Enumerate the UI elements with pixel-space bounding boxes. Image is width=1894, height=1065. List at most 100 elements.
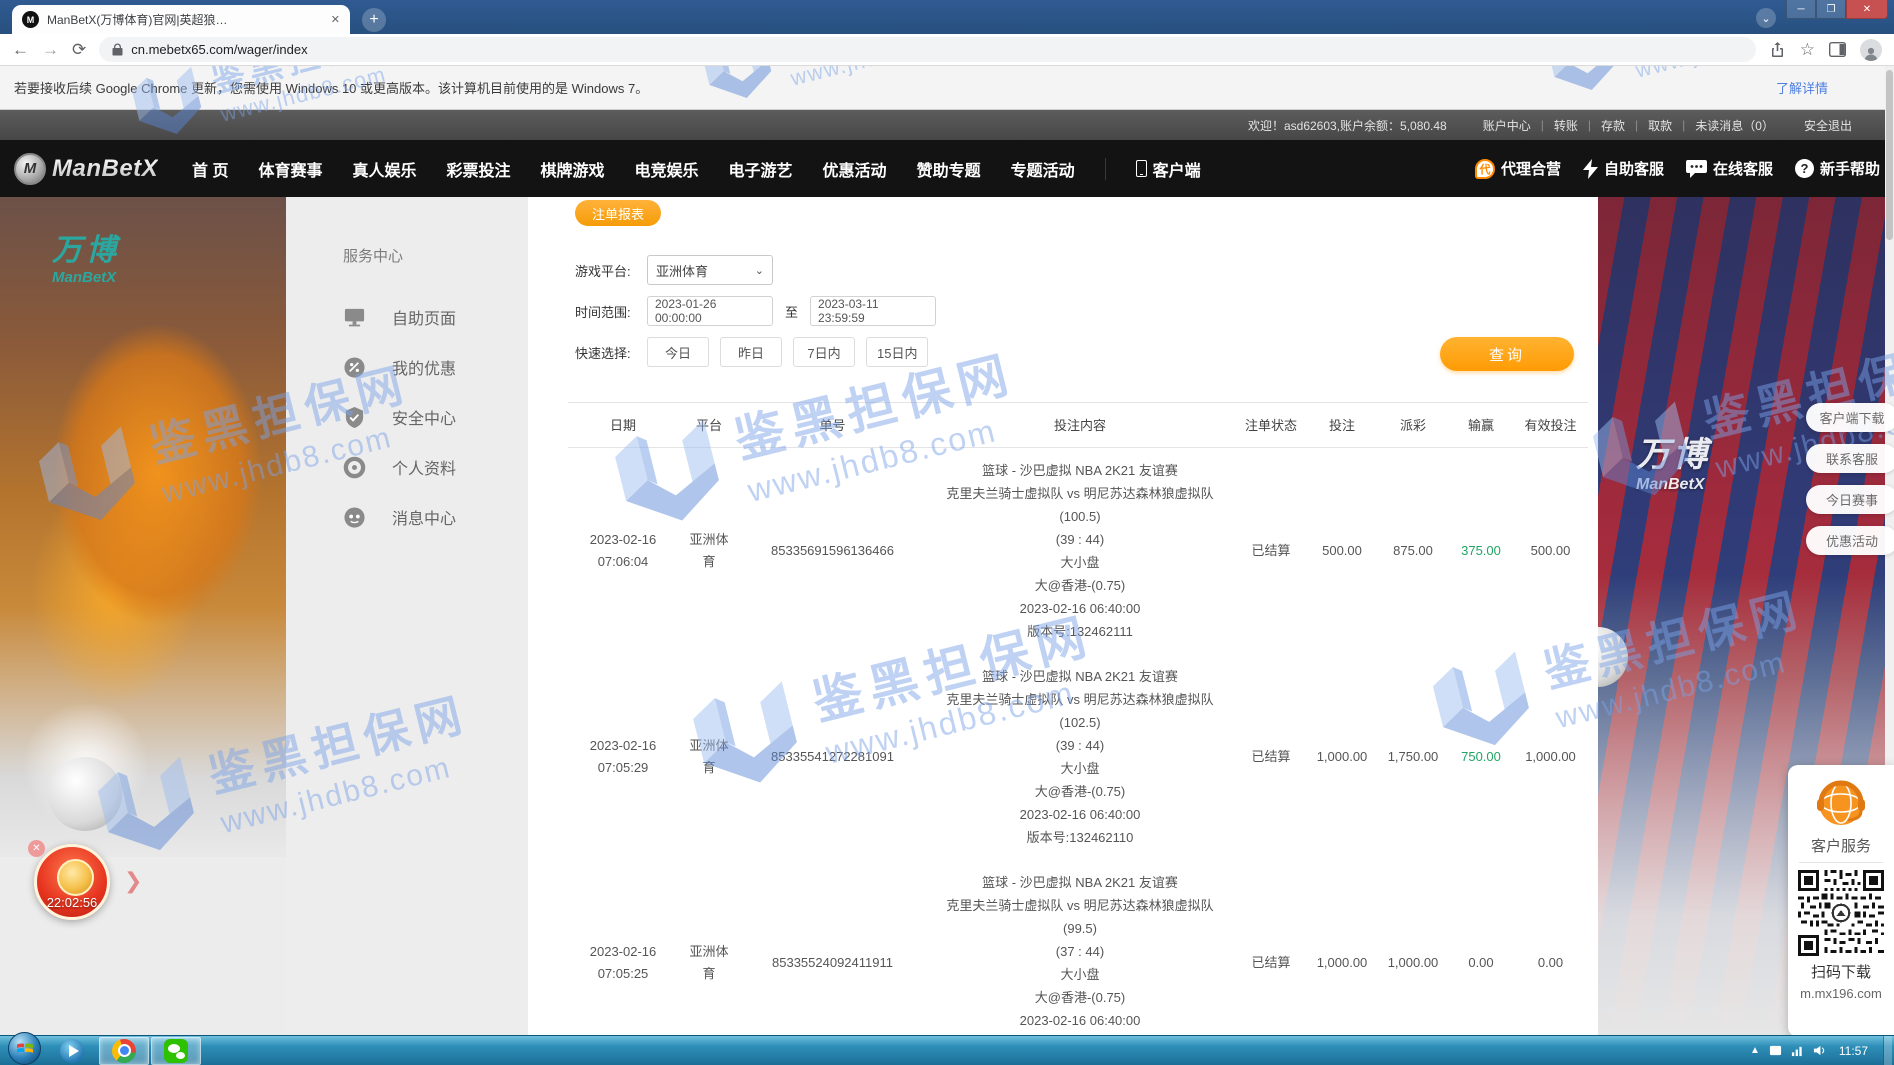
back-icon[interactable]: ← xyxy=(12,41,29,58)
lightning-icon xyxy=(1583,159,1598,179)
scrollbar-thumb[interactable] xyxy=(1886,70,1893,240)
nav-special[interactable]: 专题活动 xyxy=(1011,157,1075,181)
quick-yesterday-button[interactable]: 昨日 xyxy=(720,337,782,367)
query-button[interactable]: 查询 xyxy=(1440,337,1574,371)
sidebar-item-messages[interactable]: 消息中心 xyxy=(286,492,528,542)
self-service-link[interactable]: 自助客服 xyxy=(1583,158,1664,179)
agent-bubble-icon: 代 xyxy=(1475,159,1495,179)
chrome-update-notice: 若要接收后续 Google Chrome 更新，您需使用 Windows 10 … xyxy=(0,66,1894,110)
nav-slots[interactable]: 电子游艺 xyxy=(729,157,793,181)
cell-order-no: 85335524092411911 xyxy=(740,952,925,974)
bookmark-star-icon[interactable]: ☆ xyxy=(1800,41,1815,58)
promo-expand-arrow-icon[interactable]: ❯ xyxy=(124,868,142,894)
floating-quick-links: 客户端下载 联系客服 今日赛事 优惠活动 xyxy=(1806,403,1894,555)
agent-link[interactable]: 代 代理合营 xyxy=(1475,158,1561,179)
table-row: 2023-02-1607:06:04 亚洲体育 8533569159613646… xyxy=(568,448,1588,654)
tab-close-icon[interactable]: ✕ xyxy=(331,13,340,26)
promotions-pill[interactable]: 优惠活动 xyxy=(1806,526,1894,555)
sidebar-item-security[interactable]: 安全中心 xyxy=(286,392,528,442)
nav-client-download[interactable]: 客户端 xyxy=(1136,157,1201,181)
taskbar-clock[interactable]: 11:57 xyxy=(1839,1044,1868,1058)
nav-home[interactable]: 首 页 xyxy=(192,157,228,181)
network-icon[interactable] xyxy=(1791,1044,1804,1057)
window-maximize-button[interactable]: ❐ xyxy=(1816,0,1846,19)
left-photo-brand: 万博 ManBetX xyxy=(52,225,120,286)
side-panel-icon[interactable] xyxy=(1829,42,1846,57)
quick-today-button[interactable]: 今日 xyxy=(647,337,709,367)
taskbar-wechat[interactable] xyxy=(151,1037,201,1065)
manbetx-logo[interactable]: M ManBetX xyxy=(14,153,184,185)
sidebar-title: 服务中心 xyxy=(343,245,528,266)
show-desktop-button[interactable] xyxy=(1883,1036,1892,1065)
report-tag[interactable]: 注单报表 xyxy=(575,200,661,226)
cell-payout: 1,000.00 xyxy=(1377,952,1449,974)
cell-order-no: 85335691596136466 xyxy=(740,540,925,562)
site-favicon-icon: M xyxy=(22,11,39,28)
online-service-link[interactable]: 在线客服 xyxy=(1686,158,1773,179)
url-text: cn.mebetx65.com/wager/index xyxy=(131,42,307,57)
forward-icon[interactable]: → xyxy=(42,41,59,58)
platform-select[interactable]: 亚洲体育 ⌄ xyxy=(647,255,773,285)
cell-platform: 亚洲体育 xyxy=(678,735,740,779)
tab-search-icon[interactable]: ⌄ xyxy=(1756,8,1776,28)
browser-tab[interactable]: M ManBetX(万博体育)官网|英超狼… ✕ xyxy=(12,5,350,34)
headset-service-icon[interactable] xyxy=(1812,773,1870,831)
filter-form: 游戏平台: 亚洲体育 ⌄ 时间范围: 2023-01-26 00:00:00 至… xyxy=(575,255,939,378)
taskbar-chrome[interactable] xyxy=(99,1037,149,1065)
unread-messages-link[interactable]: 未读消息（0） xyxy=(1685,117,1784,134)
volume-icon[interactable] xyxy=(1813,1044,1826,1057)
window-minimize-button[interactable]: ─ xyxy=(1786,0,1816,19)
newbie-help-link[interactable]: ? 新手帮助 xyxy=(1795,158,1880,179)
cell-payout: 875.00 xyxy=(1377,540,1449,562)
taskbar-media-player[interactable] xyxy=(47,1037,97,1065)
browser-address-bar: ← → ⟳ cn.mebetx65.com/wager/index ☆ xyxy=(0,34,1894,66)
tray-expand-icon[interactable]: ▲ xyxy=(1750,1045,1760,1056)
nav-sponsor[interactable]: 赞助专题 xyxy=(917,157,981,181)
promo-widget: 22:02:56 ✕ ❯ xyxy=(28,840,168,930)
date-to-input[interactable]: 2023-03-11 23:59:59 xyxy=(810,296,936,326)
customer-service-card: 客户服务 扫码下载 m.mx196.com xyxy=(1788,765,1894,1037)
url-field[interactable]: cn.mebetx65.com/wager/index xyxy=(99,37,1756,62)
nav-sports[interactable]: 体育赛事 xyxy=(258,157,322,181)
window-close-button[interactable]: ✕ xyxy=(1846,0,1888,19)
nav-lottery[interactable]: 彩票投注 xyxy=(446,157,510,181)
transfer-link[interactable]: 转账 xyxy=(1544,117,1588,134)
promo-close-icon[interactable]: ✕ xyxy=(28,840,45,857)
client-download-pill[interactable]: 客户端下载 xyxy=(1806,403,1894,432)
cell-status: 已结算 xyxy=(1235,746,1307,768)
media-player-icon xyxy=(60,1039,84,1063)
account-center-link[interactable]: 账户中心 xyxy=(1473,117,1541,134)
learn-more-link[interactable]: 了解详情 xyxy=(1776,78,1828,97)
quick-7days-button[interactable]: 7日内 xyxy=(793,337,855,367)
wechat-icon xyxy=(164,1039,188,1063)
sidebar-item-self-page[interactable]: 自助页面 xyxy=(286,292,528,342)
profile-avatar[interactable] xyxy=(1860,39,1882,61)
nav-esports[interactable]: 电竞娱乐 xyxy=(635,157,699,181)
sidebar-item-profile[interactable]: 个人资料 xyxy=(286,442,528,492)
nav-promotions[interactable]: 优惠活动 xyxy=(823,157,887,181)
chat-bubble-icon xyxy=(1686,160,1707,178)
platform-label: 游戏平台: xyxy=(575,261,647,280)
quick-15days-button[interactable]: 15日内 xyxy=(866,337,928,367)
date-from-input[interactable]: 2023-01-26 00:00:00 xyxy=(647,296,773,326)
share-icon[interactable] xyxy=(1769,41,1786,58)
nav-live-casino[interactable]: 真人娱乐 xyxy=(352,157,416,181)
nav-board-games[interactable]: 棋牌游戏 xyxy=(541,157,605,181)
contact-service-pill[interactable]: 联系客服 xyxy=(1806,444,1894,473)
tab-title: ManBetX(万博体育)官网|英超狼… xyxy=(47,11,323,28)
service-sidebar: 服务中心 自助页面 我的优惠 安全中心 个人资料 xyxy=(286,197,528,542)
table-row: 2023-02-1607:05:29 亚洲体育 8533554127228109… xyxy=(568,654,1588,860)
question-mark-icon: ? xyxy=(1795,159,1814,178)
refresh-icon[interactable]: ⟳ xyxy=(72,41,86,58)
withdraw-link[interactable]: 取款 xyxy=(1638,117,1682,134)
sidebar-item-my-promos[interactable]: 我的优惠 xyxy=(286,342,528,392)
gold-coin-icon xyxy=(57,859,94,896)
red-packet-promo[interactable]: 22:02:56 xyxy=(34,844,110,920)
start-button[interactable] xyxy=(8,1032,41,1065)
logout-link[interactable]: 安全退出 xyxy=(1804,117,1852,134)
today-matches-pill[interactable]: 今日赛事 xyxy=(1806,485,1894,514)
deposit-link[interactable]: 存款 xyxy=(1591,117,1635,134)
tray-ime-icon[interactable] xyxy=(1769,1044,1782,1057)
browser-tab-bar: M ManBetX(万博体育)官网|英超狼… ✕ + ⌄ ─ ❐ ✕ xyxy=(0,0,1894,34)
new-tab-button[interactable]: + xyxy=(362,8,386,32)
